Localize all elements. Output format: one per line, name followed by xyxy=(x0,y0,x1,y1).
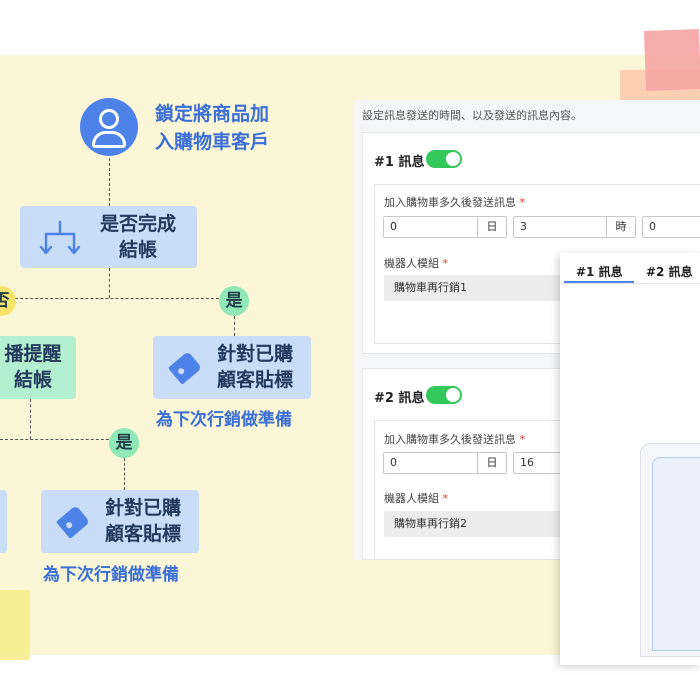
delay-label-2: 加入購物車多久後發送訊息 * xyxy=(384,433,525,446)
tag-box-2: 針對已購 顧客貼標 xyxy=(41,490,199,553)
yes-badge-2: 是 xyxy=(109,428,139,458)
day-input-1[interactable]: 0 日 xyxy=(383,216,507,238)
decision-line2: 結帳 xyxy=(118,239,157,261)
tag-box-line1: 針對已購 xyxy=(216,343,293,365)
flow-start-line1: 鎖定將商品加 xyxy=(155,103,270,125)
hour-unit: 時 xyxy=(606,217,635,237)
tag-icon xyxy=(167,351,203,385)
tag-caption: 為下次行銷做準備 xyxy=(156,410,292,430)
module-label-1: 機器人模組 * xyxy=(384,257,448,270)
module-label-2: 機器人模組 * xyxy=(384,492,448,505)
user-icon xyxy=(80,98,138,156)
connector-line xyxy=(0,439,124,440)
day-unit: 日 xyxy=(477,217,506,237)
decision-line1: 是否完成 xyxy=(99,213,176,235)
message-title-1: #1 訊息 xyxy=(374,155,425,170)
message-toggle-2[interactable] xyxy=(426,386,462,404)
yes-badge: 是 xyxy=(219,286,249,316)
connector-line xyxy=(109,268,110,298)
partial-box xyxy=(0,490,7,553)
broadcast-box: 播提醒 結帳 xyxy=(0,336,76,399)
module-select-2[interactable]: 購物車再行銷2 xyxy=(384,511,564,537)
day-input-2[interactable]: 0 日 xyxy=(383,452,507,474)
message-title-2: #2 訊息 xyxy=(374,391,425,406)
decision-box: 是否完成 結帳 xyxy=(20,206,197,268)
hour-input-1[interactable]: 3 時 xyxy=(513,216,636,238)
broadcast-line1: 播提醒 xyxy=(4,343,62,365)
tab-message-2[interactable]: #2 訊息 xyxy=(646,263,693,280)
tag-box2-line1: 針對已購 xyxy=(104,497,181,519)
connector-line xyxy=(124,458,125,490)
tag-box2-line2: 顧客貼標 xyxy=(104,523,181,545)
tab-message-1[interactable]: #1 訊息 xyxy=(576,263,623,280)
background-sticky-note-pink xyxy=(643,29,700,91)
message-toggle-1[interactable] xyxy=(426,150,462,168)
tag-box: 針對已購 顧客貼標 xyxy=(153,336,311,399)
minute-input-1[interactable]: 0 xyxy=(642,216,700,238)
flow-start-line2: 入購物車客戶 xyxy=(155,131,270,153)
connector-line xyxy=(234,316,235,336)
connector-line xyxy=(0,298,234,299)
module-select-1[interactable]: 購物車再行銷1 xyxy=(384,275,564,301)
preview-screen xyxy=(652,457,700,651)
panel-description: 設定訊息發送的時間、以及發送的訊息內容。 xyxy=(362,109,582,122)
background-sticky-note xyxy=(0,590,30,660)
tag-box-line2: 顧客貼標 xyxy=(216,369,293,391)
connector-line xyxy=(30,399,31,439)
delay-label-1: 加入購物車多久後發送訊息 * xyxy=(384,196,525,209)
tag-icon xyxy=(55,505,91,539)
broadcast-line2: 結帳 xyxy=(13,369,52,391)
tag-caption-2: 為下次行銷做準備 xyxy=(43,565,179,585)
branch-icon xyxy=(39,220,81,255)
day-unit: 日 xyxy=(477,453,506,473)
active-tab-indicator xyxy=(564,281,634,283)
connector-line xyxy=(109,158,110,206)
flow-start-label: 鎖定將商品加 入購物車客戶 xyxy=(155,100,305,156)
